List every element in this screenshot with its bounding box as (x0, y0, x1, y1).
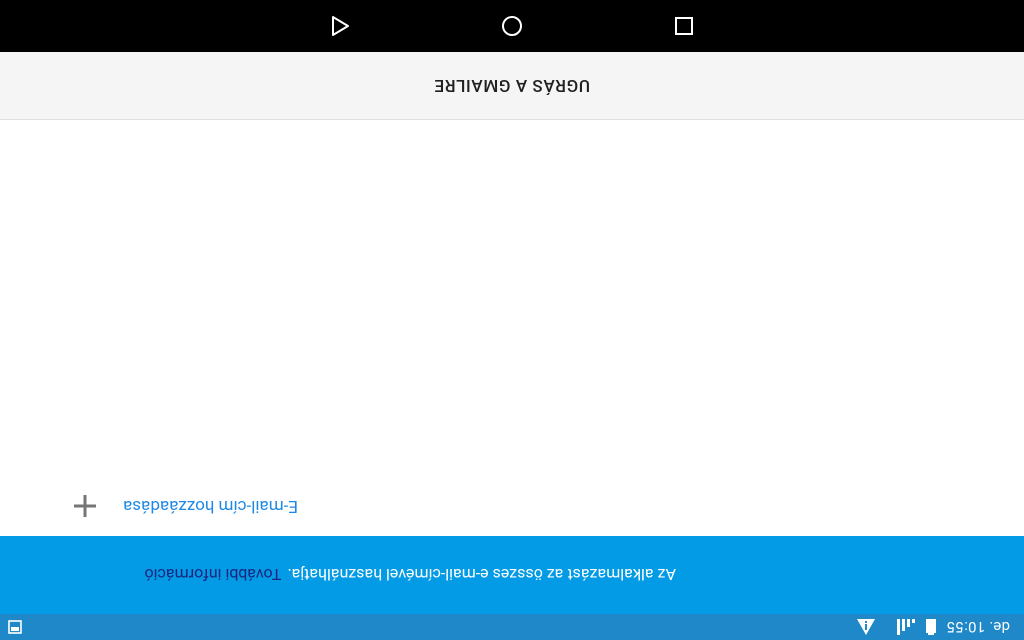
add-email-label: E-mail-cím hozzáadása (123, 496, 298, 516)
nav-bar (0, 0, 1024, 52)
warning-icon (856, 619, 875, 635)
battery-icon (925, 619, 937, 635)
back-icon[interactable] (320, 6, 360, 46)
home-icon[interactable] (492, 6, 532, 46)
status-bar: de. 10:55 (0, 614, 1024, 640)
add-email-row[interactable]: E-mail-cím hozzáadása (0, 476, 1024, 536)
signal-icon (895, 619, 915, 635)
status-clock: de. 10:55 (946, 618, 1010, 636)
gmail-bar: UGRÁS A GMAILRE (0, 52, 1024, 120)
more-info-link[interactable]: További információ (145, 566, 282, 585)
plus-icon (71, 492, 99, 520)
info-banner: Az alkalmazást az összes e-mail-címével … (0, 536, 1024, 614)
recents-icon[interactable] (664, 6, 704, 46)
go-to-gmail-button[interactable]: UGRÁS A GMAILRE (418, 68, 606, 104)
status-left: de. 10:55 (856, 614, 1010, 640)
screen: de. 10:55 Az alkalmazást az összes e-mai… (0, 0, 1024, 640)
status-right (8, 614, 22, 640)
screenshot-icon (8, 620, 22, 634)
account-list-area (0, 120, 1024, 476)
info-text: Az alkalmazást az összes e-mail-címével … (287, 565, 676, 585)
